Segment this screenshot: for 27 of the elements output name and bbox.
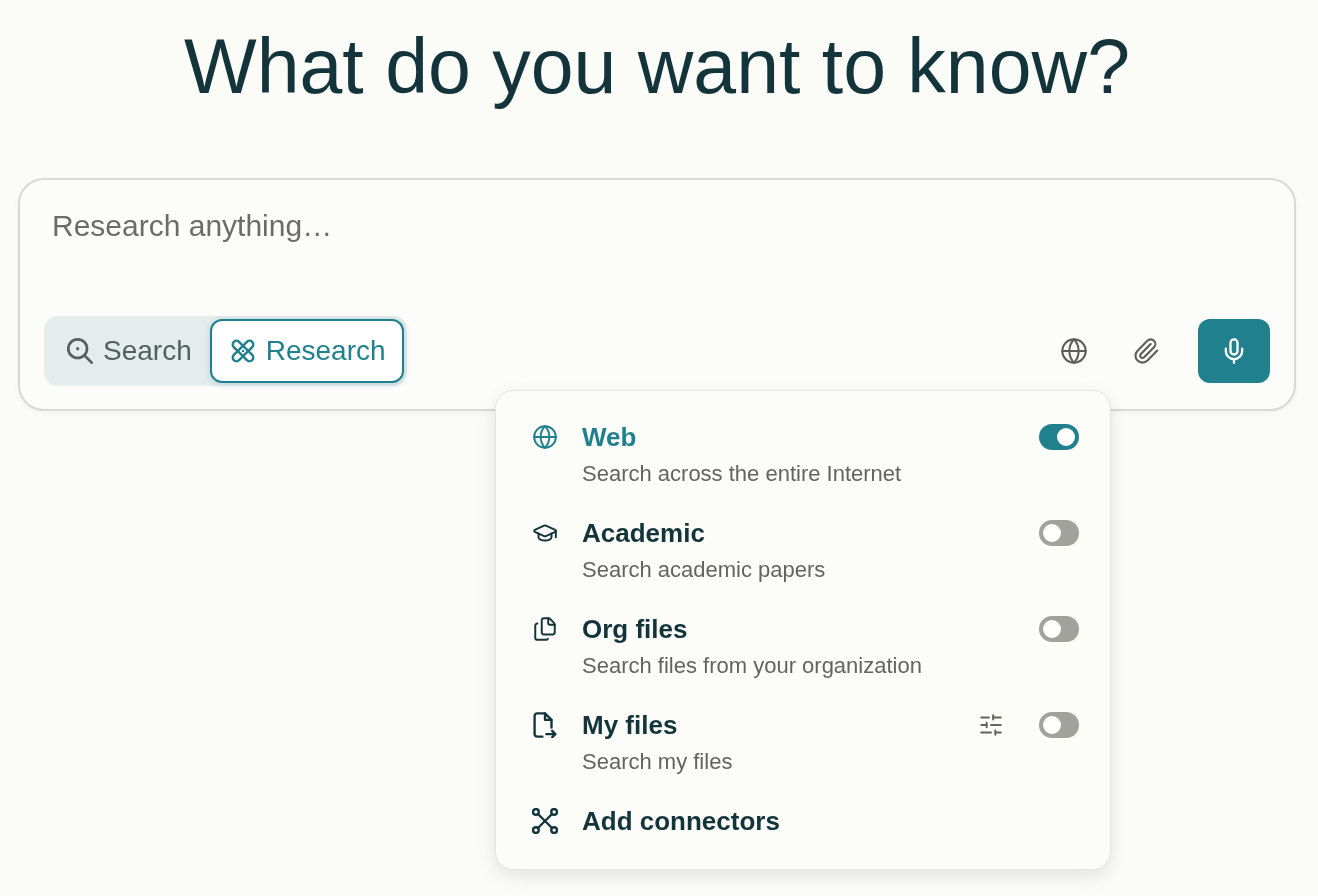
add-connectors-item[interactable]: Add connectors [532, 804, 780, 837]
paperclip-icon [1132, 336, 1160, 365]
source-description: Search my files [582, 747, 734, 776]
source-title: Org files [582, 612, 689, 645]
mode-tab[interactable]: Research [209, 318, 404, 383]
connectors-icon [532, 807, 558, 834]
globe-icon [1060, 336, 1088, 365]
toggle-switch[interactable] [1039, 423, 1079, 450]
toggle-switch[interactable] [1039, 519, 1079, 546]
toggle-switch[interactable] [1039, 711, 1079, 738]
source-title: My files [582, 708, 679, 741]
toggle-switch[interactable] [1039, 615, 1079, 642]
crossed-loops-icon [229, 337, 256, 364]
source-description: Search academic papers [582, 555, 827, 584]
page-heading: What do you want to know? [183, 22, 1131, 111]
documents-icon [532, 615, 558, 642]
globe-icon [532, 423, 558, 450]
search-icon [67, 337, 93, 364]
query-field[interactable]: Research anything… [44, 205, 1270, 246]
source-description: Search across the entire Internet [582, 459, 903, 488]
source-title: Academic [582, 516, 706, 549]
source-description: Search files from your organization [582, 651, 923, 680]
file-arrow-icon [532, 711, 558, 738]
mode-tab[interactable]: Search [47, 318, 210, 383]
source-title: Web [582, 420, 638, 453]
sliders-icon [978, 711, 1004, 738]
microphone-button[interactable] [1198, 318, 1270, 383]
